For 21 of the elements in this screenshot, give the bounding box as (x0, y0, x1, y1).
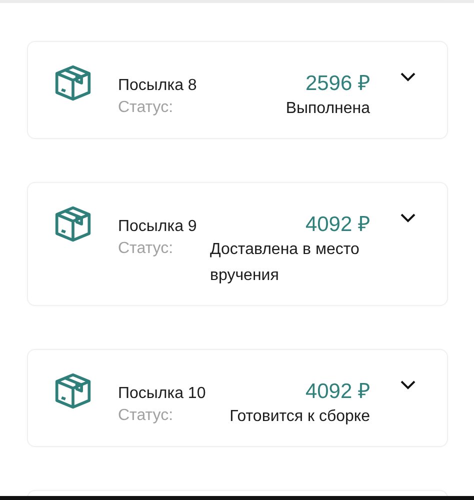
parcel-title: Посылка 9 (118, 218, 197, 236)
box-icon (54, 64, 92, 102)
status-label: Статус: (118, 99, 174, 117)
parcel-title: Посылка 10 (118, 385, 206, 403)
status-label: Статус: (118, 407, 174, 425)
status-value: Доставлена в место вручения (210, 240, 360, 286)
parcel-card[interactable]: Посылка 10 4092 ₽ Статус: Готовится к сборке (27, 349, 448, 447)
status-value: Выполнена (286, 99, 370, 119)
parcel-price: 4092 ₽ (305, 212, 370, 237)
chevron-icon[interactable] (400, 72, 416, 82)
status-value: Готовится к сборке (230, 407, 370, 427)
status-label: Статус: (118, 240, 174, 258)
box-icon (54, 205, 92, 243)
parcel-card[interactable]: Посылка 9 4092 ₽ Статус: Доставлена в место вручения (27, 182, 448, 306)
box-icon (54, 372, 92, 410)
parcel-title: Посылка 8 (118, 77, 197, 95)
parcel-price: 2596 ₽ (305, 71, 370, 96)
chevron-icon[interactable] (400, 213, 416, 223)
chevron-icon[interactable] (400, 380, 416, 390)
parcel-price: 4092 ₽ (305, 379, 370, 404)
parcel-card[interactable]: Посылка 8 2596 ₽ Статус: Выполнена (27, 41, 448, 139)
